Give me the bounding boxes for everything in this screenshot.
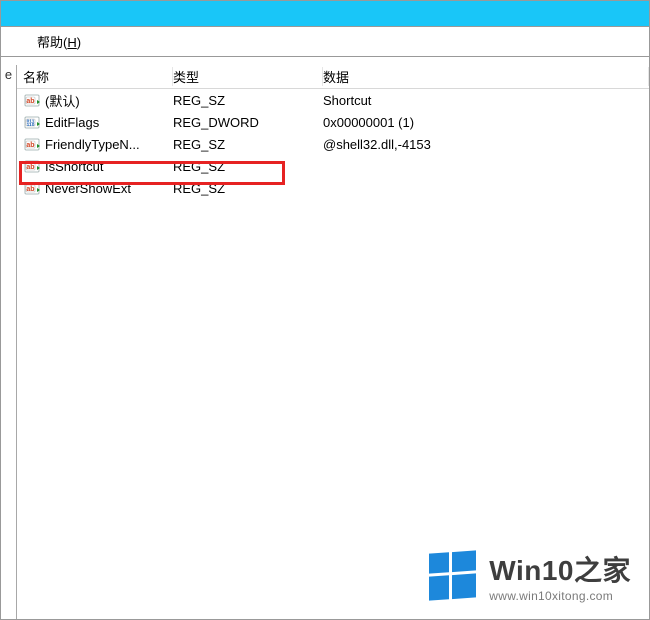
- column-type-header[interactable]: 类型: [173, 67, 323, 86]
- value-type: REG_SZ: [173, 137, 323, 152]
- reg-string-icon: ab: [23, 158, 41, 174]
- value-name: EditFlags: [45, 115, 99, 130]
- svg-text:ab: ab: [26, 164, 34, 171]
- reg-string-icon: ab: [23, 136, 41, 152]
- value-type: REG_SZ: [173, 93, 323, 108]
- column-header-row[interactable]: 名称 类型 数据: [17, 65, 649, 89]
- menu-help-label: 帮助: [37, 35, 63, 50]
- svg-text:ab: ab: [26, 98, 34, 105]
- column-name-header[interactable]: 名称: [23, 67, 173, 86]
- registry-value-row[interactable]: ab NeverShowExt REG_SZ: [17, 177, 649, 199]
- values-panel[interactable]: 名称 类型 数据 ab: [17, 65, 649, 619]
- menu-item-help[interactable]: 帮助(H): [29, 28, 89, 55]
- value-data: @shell32.dll,-4153: [323, 137, 649, 152]
- value-name: NeverShowExt: [45, 181, 131, 196]
- menu-bar: 帮助(H): [1, 27, 649, 57]
- tree-partial-text: e: [5, 67, 12, 82]
- value-type: REG_SZ: [173, 181, 323, 196]
- window-frame: 帮助(H) e 名称 类型 数据: [0, 0, 650, 620]
- value-data: 0x00000001 (1): [323, 115, 649, 130]
- reg-string-icon: ab: [23, 180, 41, 196]
- tree-panel[interactable]: e: [1, 65, 17, 619]
- value-type: REG_SZ: [173, 159, 323, 174]
- content-area: e 名称 类型 数据: [1, 57, 649, 619]
- value-data: Shortcut: [323, 93, 649, 108]
- value-name: IsShortcut: [45, 159, 104, 174]
- svg-text:ab: ab: [26, 142, 34, 149]
- menu-help-mnemonic: H: [67, 35, 76, 50]
- registry-value-row[interactable]: 011 110 EditFlags REG_DWORD 0x00000001 (…: [17, 111, 649, 133]
- value-type: REG_DWORD: [173, 115, 323, 130]
- reg-string-icon: ab: [23, 92, 41, 108]
- registry-value-row[interactable]: ab FriendlyTypeN... REG_SZ @shell32.dll,…: [17, 133, 649, 155]
- value-name: FriendlyTypeN...: [45, 137, 140, 152]
- title-bar[interactable]: [1, 1, 649, 27]
- column-data-header[interactable]: 数据: [323, 67, 649, 86]
- value-name: (默认): [45, 91, 80, 110]
- svg-text:ab: ab: [26, 186, 34, 193]
- registry-value-row[interactable]: ab (默认) REG_SZ Shortcut: [17, 89, 649, 111]
- svg-text:110: 110: [27, 122, 35, 128]
- registry-value-row[interactable]: ab IsShortcut REG_SZ: [17, 155, 649, 177]
- reg-dword-icon: 011 110: [23, 114, 41, 130]
- menu-item-unknown[interactable]: [9, 38, 25, 46]
